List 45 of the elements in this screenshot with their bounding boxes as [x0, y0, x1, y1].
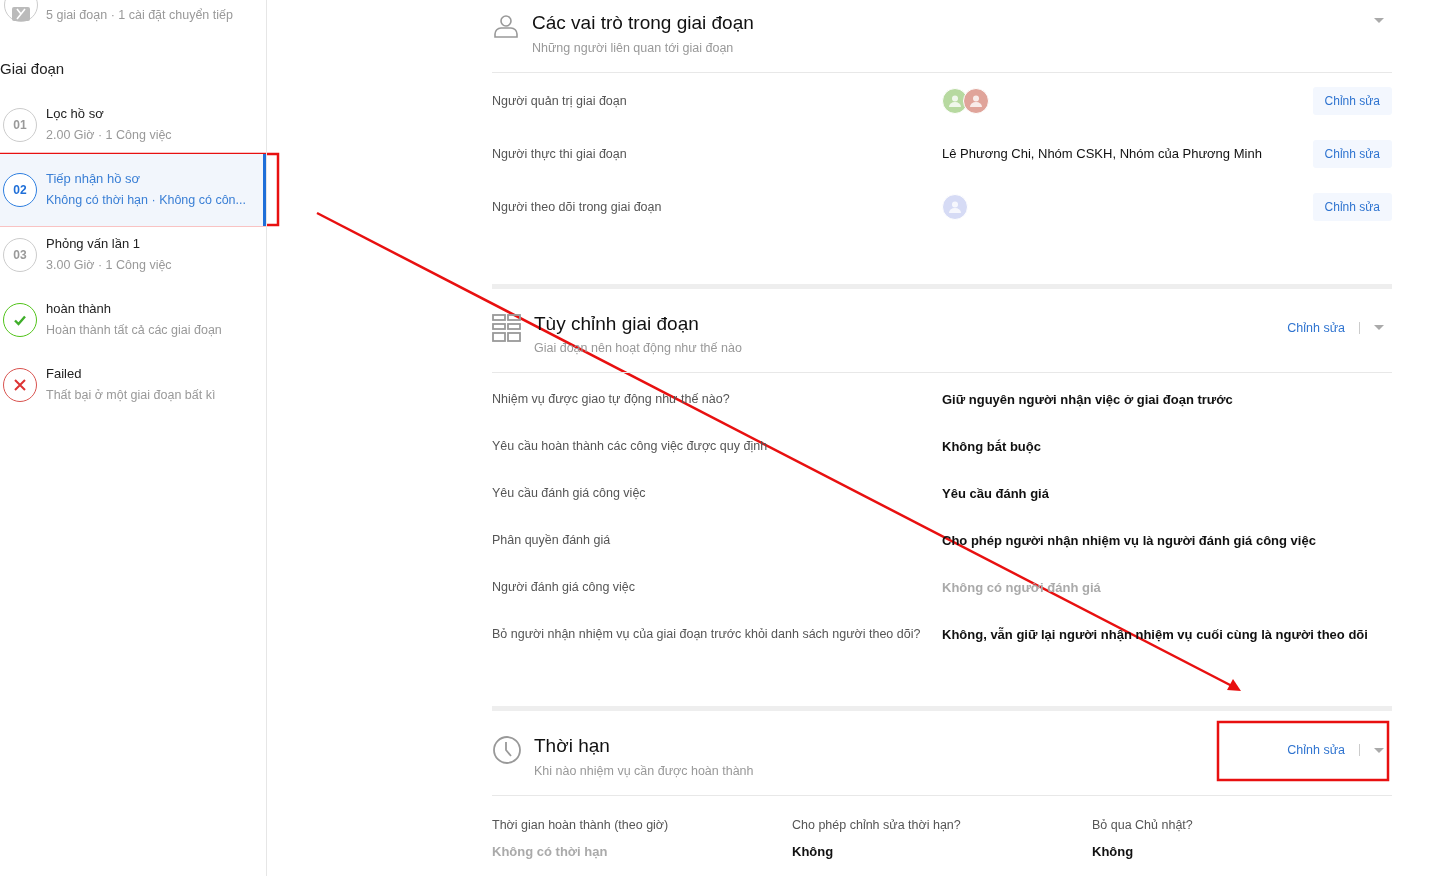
row-value: Không bắt buộc — [942, 437, 1041, 456]
row-value: Không, vẫn giữ lại người nhận nhiệm vụ cuối cùng là người theo dõi — [942, 625, 1368, 644]
close-icon — [3, 367, 37, 402]
edit-button[interactable]: Chỉnh sửa — [1312, 87, 1392, 116]
check-icon — [3, 302, 37, 337]
row-label: Người quản trị giai đoạn — [492, 92, 628, 110]
stage-number: 01 — [3, 107, 37, 142]
section-title: Các vai trò trong giai đoạn — [532, 12, 754, 35]
stage-item[interactable]: 02 Tiếp nhận hồ sơ Không có thời hạn · Không có côn... — [0, 153, 266, 226]
stage-number: 02 — [3, 172, 37, 207]
process-subtitle: 5 giai đoạn · 1 cài đặt chuyển tiếp — [46, 7, 233, 24]
field-label: Bỏ qua Chủ nhật? — [1092, 816, 1194, 834]
row-label: Bỏ người nhận nhiệm vụ của giai đoạn trước khỏi danh sách người theo dõi? — [492, 626, 922, 644]
edit-button[interactable]: Chỉnh sửa — [1312, 140, 1392, 169]
row-value: Giữ nguyên người nhận việc ở giai đoạn trước — [942, 390, 1233, 409]
edit-link[interactable]: Chỉnh sửa — [1287, 318, 1345, 338]
row-label: Phân quyền đánh giá — [492, 532, 612, 550]
field-label: Thời gian hoàn thành (theo giờ) — [492, 816, 670, 834]
section-subtitle: Khi nào nhiệm vụ cần được hoàn thành — [534, 762, 754, 780]
grid-icon — [492, 312, 522, 343]
person-icon — [492, 12, 520, 40]
stage-number: 03 — [3, 237, 37, 272]
row-label: Yêu cầu đánh giá công việc — [492, 485, 647, 503]
section-heading: Giai đoạn — [0, 59, 66, 79]
edit-link[interactable]: Chỉnh sửa — [1287, 741, 1345, 760]
row-value: Không có người đánh giá — [942, 578, 1101, 597]
row-label: Nhiệm vụ được giao tự động như thế nào? — [492, 391, 731, 409]
row-value: Yêu cầu đánh giá — [942, 484, 1049, 503]
field-value: Không — [1092, 843, 1135, 862]
row-label: Yêu cầu hoàn thành các công việc được quy định — [492, 438, 769, 456]
row-label: Người theo dõi trong giai đoạn — [492, 198, 663, 216]
row-label: Người thực thi giai đoạn — [492, 145, 628, 163]
section-title: Thời hạn — [534, 735, 611, 758]
field-value: Không — [792, 843, 835, 862]
caret-icon[interactable] — [1374, 325, 1384, 331]
row-value: Lê Phương Chi, Nhóm CSKH, Nhóm của Phương Minh — [942, 146, 1262, 162]
edit-button[interactable]: Chỉnh sửa — [1312, 193, 1392, 222]
row-label: Người đánh giá công việc — [492, 579, 637, 597]
section-subtitle: Những người liên quan tới giai đoạn — [532, 39, 735, 57]
field-label: Cho phép chỉnh sửa thời hạn? — [792, 816, 962, 834]
section-title: Tùy chỉnh giai đoạn — [534, 312, 700, 336]
clock-icon — [492, 735, 522, 766]
caret-icon[interactable] — [1374, 747, 1384, 753]
caret-icon[interactable] — [1374, 18, 1384, 23]
field-value: Không có thời hạn — [492, 843, 609, 862]
